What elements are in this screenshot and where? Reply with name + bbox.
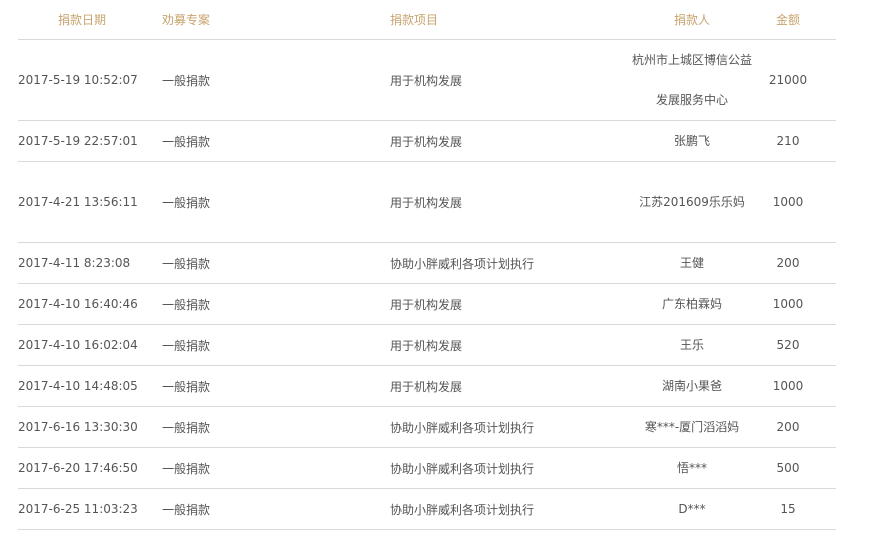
- row-donor: 江苏201609乐乐妈: [639, 195, 745, 209]
- row-donor: 张鹏飞: [673, 134, 710, 148]
- row-amount: 200: [776, 256, 800, 270]
- row-campaign: 一般捐款: [162, 502, 211, 517]
- row-amount: 15: [780, 502, 796, 516]
- donation-table: 捐款日期 劝募专案 捐款项目 捐款人 金额 2017-5-19 10:52:07…: [18, 0, 836, 530]
- row-date: 2017-6-25 11:03:23: [18, 502, 138, 516]
- row-date: 2017-4-10 16:40:46: [18, 297, 138, 311]
- table-row: 2017-5-19 10:52:07 一般捐款 用于机构发展 杭州市上城区博信公…: [18, 40, 836, 121]
- row-amount: 1000: [772, 297, 804, 311]
- row-date: 2017-6-16 13:30:30: [18, 420, 138, 434]
- table-row: 2017-4-10 16:40:46 一般捐款 用于机构发展 广东柏霖妈 100…: [18, 284, 836, 325]
- row-date: 2017-6-20 17:46:50: [18, 461, 138, 475]
- row-campaign: 一般捐款: [162, 379, 211, 394]
- table-header: 捐款日期 劝募专案 捐款项目 捐款人 金额: [18, 0, 836, 40]
- row-project: 用于机构发展: [390, 134, 463, 149]
- table-row: 2017-6-20 17:46:50 一般捐款 协助小胖威利各项计划执行 悟**…: [18, 448, 836, 489]
- row-project: 用于机构发展: [390, 379, 463, 394]
- row-amount: 520: [776, 338, 800, 352]
- row-campaign: 一般捐款: [162, 134, 211, 149]
- row-project: 协助小胖威利各项计划执行: [390, 461, 535, 476]
- row-donor: 王乐: [679, 338, 704, 352]
- header-project: 捐款项目: [390, 13, 439, 27]
- row-date: 2017-5-19 22:57:01: [18, 134, 138, 148]
- table-row: 2017-6-25 11:03:23 一般捐款 协助小胖威利各项计划执行 D**…: [18, 489, 836, 530]
- row-amount: 21000: [768, 73, 808, 87]
- table-row: 2017-4-10 16:02:04 一般捐款 用于机构发展 王乐 520: [18, 325, 836, 366]
- row-campaign: 一般捐款: [162, 256, 211, 271]
- table-row: 2017-6-16 13:30:30 一般捐款 协助小胖威利各项计划执行 寒**…: [18, 407, 836, 448]
- header-donor: 捐款人: [673, 12, 710, 27]
- row-donor: D***: [678, 502, 706, 516]
- row-project: 用于机构发展: [390, 338, 463, 353]
- row-campaign: 一般捐款: [162, 73, 211, 88]
- header-campaign: 劝募专案: [162, 13, 211, 27]
- row-amount: 500: [776, 461, 800, 475]
- row-amount: 1000: [772, 195, 804, 209]
- row-date: 2017-4-11 8:23:08: [18, 256, 131, 270]
- row-project: 协助小胖威利各项计划执行: [390, 256, 535, 271]
- row-date: 2017-5-19 10:52:07: [18, 73, 138, 87]
- row-project: 用于机构发展: [390, 73, 463, 88]
- row-campaign: 一般捐款: [162, 195, 211, 210]
- row-project: 用于机构发展: [390, 195, 463, 210]
- row-donor: 寒***-厦门滔滔妈: [644, 420, 740, 434]
- row-campaign: 一般捐款: [162, 297, 211, 312]
- row-donor: 杭州市上城区博信公益发展服务中心: [631, 53, 752, 107]
- row-campaign: 一般捐款: [162, 338, 211, 353]
- row-date: 2017-4-10 16:02:04: [18, 338, 138, 352]
- row-campaign: 一般捐款: [162, 420, 211, 435]
- table-row: 2017-4-11 8:23:08 一般捐款 协助小胖威利各项计划执行 王健 2…: [18, 243, 836, 284]
- row-amount: 200: [776, 420, 800, 434]
- row-donor: 湖南小果爸: [661, 379, 722, 393]
- table-row: 2017-5-19 22:57:01 一般捐款 用于机构发展 张鹏飞 210: [18, 121, 836, 162]
- row-project: 用于机构发展: [390, 297, 463, 312]
- header-amount: 金额: [775, 13, 800, 27]
- table-row: 2017-4-10 14:48:05 一般捐款 用于机构发展 湖南小果爸 100…: [18, 366, 836, 407]
- row-project: 协助小胖威利各项计划执行: [390, 420, 535, 435]
- row-amount: 1000: [772, 379, 804, 393]
- row-project: 协助小胖威利各项计划执行: [390, 502, 535, 517]
- row-campaign: 一般捐款: [162, 461, 211, 476]
- row-donor: 悟***: [676, 461, 707, 475]
- row-date: 2017-4-21 13:56:11: [18, 195, 138, 209]
- row-amount: 210: [776, 134, 800, 148]
- row-date: 2017-4-10 14:48:05: [18, 379, 138, 393]
- table-row: 2017-4-21 13:56:11 一般捐款 用于机构发展 江苏201609乐…: [18, 162, 836, 243]
- row-donor: 广东柏霖妈: [661, 297, 722, 311]
- row-donor: 王健: [679, 256, 704, 270]
